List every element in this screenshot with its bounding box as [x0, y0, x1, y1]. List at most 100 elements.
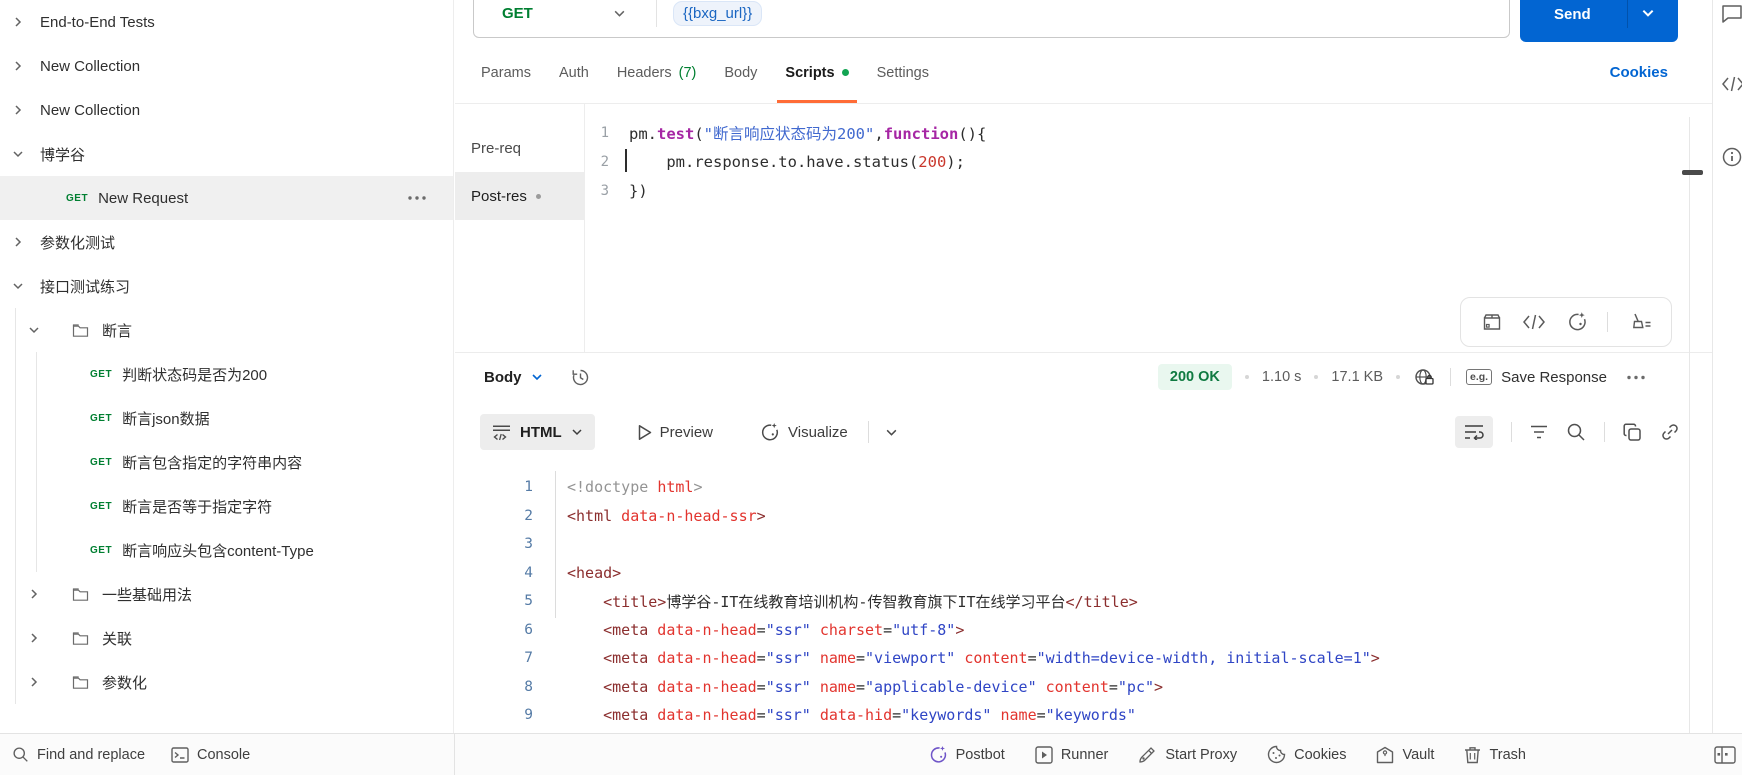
send-button[interactable]: Send: [1520, 0, 1678, 42]
scripts-editor-section: Pre-req Post-res 1 pm.test("断言响应状态码为200",…: [455, 104, 1712, 352]
more-actions-icon[interactable]: [407, 196, 427, 201]
start-proxy-button[interactable]: Start Proxy: [1138, 745, 1237, 764]
response-view-row: HTML Preview Visualize: [455, 401, 1712, 463]
panel-toggle-icon[interactable]: [1714, 745, 1736, 764]
response-body-viewer[interactable]: 1 <!doctype html> 2 <html data-n-head-ssr> 3…: [455, 467, 1685, 734]
tab-headers[interactable]: Headers (7): [617, 42, 697, 103]
format-selector[interactable]: HTML: [480, 414, 595, 450]
chevron-down-icon: [28, 324, 40, 336]
comments-icon[interactable]: [1721, 4, 1742, 24]
preview-button[interactable]: Preview: [637, 424, 713, 441]
collection-label: New Collection: [40, 101, 141, 119]
wrap-lines-toggle[interactable]: [1455, 416, 1493, 448]
postbot-icon[interactable]: [1566, 311, 1588, 333]
chevron-right-icon: [12, 236, 24, 248]
response-body-tab[interactable]: Body: [484, 369, 522, 386]
response-time[interactable]: 1.10 s: [1262, 369, 1302, 385]
sidebar-item-end-to-end-tests[interactable]: End-to-End Tests: [0, 0, 453, 44]
find-and-replace-button[interactable]: Find and replace: [12, 746, 145, 763]
folder-label: 参数化: [102, 674, 148, 692]
status-badge[interactable]: 200 OK: [1157, 364, 1232, 390]
more-actions-icon[interactable]: [1626, 375, 1646, 380]
vault-button[interactable]: Vault: [1376, 746, 1434, 764]
chevron-right-icon: [28, 632, 40, 644]
sidebar-request-assert-json[interactable]: GET 断言json数据: [0, 396, 453, 440]
collection-label: End-to-End Tests: [40, 13, 155, 31]
chevron-right-icon: [12, 60, 24, 72]
tab-body[interactable]: Body: [724, 42, 757, 103]
dot-separator: [1314, 375, 1319, 379]
tab-settings[interactable]: Settings: [877, 42, 929, 103]
sidebar-request-new-request[interactable]: GET New Request: [0, 176, 453, 220]
visualize-button[interactable]: Visualize: [759, 422, 848, 443]
method-selector[interactable]: GET: [502, 5, 533, 22]
chevron-down-icon[interactable]: [531, 371, 543, 383]
sidebar-request-assert-equals[interactable]: GET 断言是否等于指定字符: [0, 484, 453, 528]
network-info-icon[interactable]: [1413, 367, 1435, 388]
filter-icon[interactable]: [1530, 425, 1548, 440]
search-icon[interactable]: [1566, 422, 1586, 442]
sidebar-item-new-collection-2[interactable]: New Collection: [0, 88, 453, 132]
cookies-button[interactable]: Cookies: [1267, 745, 1346, 764]
method-badge: GET: [90, 368, 113, 380]
trash-button[interactable]: Trash: [1464, 746, 1526, 764]
tab-post-response[interactable]: Post-res: [455, 172, 584, 220]
chevron-down-icon[interactable]: [1641, 6, 1655, 20]
copy-icon[interactable]: [1623, 422, 1642, 442]
runner-icon: [1035, 745, 1053, 764]
status-bar-right: Postbot Runner Start Proxy Cookies Vault…: [928, 745, 1526, 765]
sidebar-request-assert-contains-string[interactable]: GET 断言包含指定的字符串内容: [0, 440, 453, 484]
script-code-editor[interactable]: 1 pm.test("断言响应状态码为200",function(){2 pm.r…: [585, 118, 987, 205]
runner-button[interactable]: Runner: [1035, 745, 1108, 764]
proxy-icon: [1138, 745, 1157, 764]
sidebar-folder-basic-usage[interactable]: 一些基础用法: [0, 572, 453, 616]
collection-label: 博学谷: [40, 146, 86, 164]
play-icon: [637, 424, 652, 441]
sidebar-item-new-collection-1[interactable]: New Collection: [0, 44, 453, 88]
script-present-dot: [841, 69, 849, 76]
status-bar-left: Find and replace Console: [0, 746, 250, 763]
method-badge: GET: [90, 412, 113, 424]
console-button[interactable]: Console: [171, 747, 250, 763]
sidebar-item-canshuhua-ceshi[interactable]: 参数化测试: [0, 220, 453, 264]
chevron-down-icon[interactable]: [613, 7, 626, 20]
cookies-link[interactable]: Cookies: [1610, 64, 1668, 81]
divider: [656, 0, 657, 27]
response-section: Body 200 OK 1.10 s 17.1 KB e.g. Save Res…: [455, 352, 1712, 733]
sidebar-item-boxuegu[interactable]: 博学谷: [0, 132, 453, 176]
sidebar-request-status-200[interactable]: GET 判断状态码是否为200: [0, 352, 453, 396]
request-tabs: Params Auth Headers (7) Body Scripts Sett…: [455, 42, 1712, 104]
sidebar-folder-duanyan[interactable]: 断言: [0, 308, 453, 352]
line-number: 9: [524, 707, 533, 724]
code-snippets-icon[interactable]: [1522, 314, 1546, 330]
url-input[interactable]: {{bxg_url}}: [673, 0, 763, 26]
chevron-down-icon[interactable]: [885, 426, 898, 439]
script-present-dot: [535, 193, 541, 199]
format-clean-icon[interactable]: [1628, 312, 1652, 332]
request-panel: GET {{bxg_url}} Send Params Auth Headers…: [455, 0, 1712, 733]
link-icon[interactable]: [1660, 422, 1680, 442]
sidebar-folder-guanlian[interactable]: 关联: [0, 616, 453, 660]
sidebar-item-jiekou-ceshi-lianxi[interactable]: 接口测试练习: [0, 264, 453, 308]
response-history-icon[interactable]: [570, 367, 591, 388]
scrollbar-thumb[interactable]: [1682, 170, 1703, 175]
save-response-button[interactable]: Save Response: [1501, 369, 1607, 386]
divider: [1511, 422, 1512, 442]
line-number: 2: [524, 507, 533, 524]
info-icon[interactable]: [1721, 146, 1742, 168]
tab-auth[interactable]: Auth: [559, 42, 589, 103]
response-size[interactable]: 17.1 KB: [1331, 369, 1383, 385]
code-line: 3}): [585, 176, 986, 205]
sidebar-request-assert-header-content-type[interactable]: GET 断言响应头包含content-Type: [0, 528, 453, 572]
tab-params[interactable]: Params: [481, 42, 531, 103]
response-tools: [1455, 416, 1680, 448]
sidebar-folder-canshuhua[interactable]: 参数化: [0, 660, 453, 704]
scrollbar-track[interactable]: [1689, 117, 1690, 733]
code-line: 9 <meta data-n-head="ssr" data-hid="keyw…: [455, 701, 1685, 730]
url-bar[interactable]: GET {{bxg_url}}: [473, 0, 1510, 38]
tab-pre-request[interactable]: Pre-req: [455, 124, 584, 172]
postbot-button[interactable]: Postbot: [928, 745, 1005, 765]
tab-scripts[interactable]: Scripts: [777, 42, 857, 103]
packages-icon[interactable]: [1481, 312, 1503, 332]
code-icon[interactable]: [1721, 76, 1742, 92]
